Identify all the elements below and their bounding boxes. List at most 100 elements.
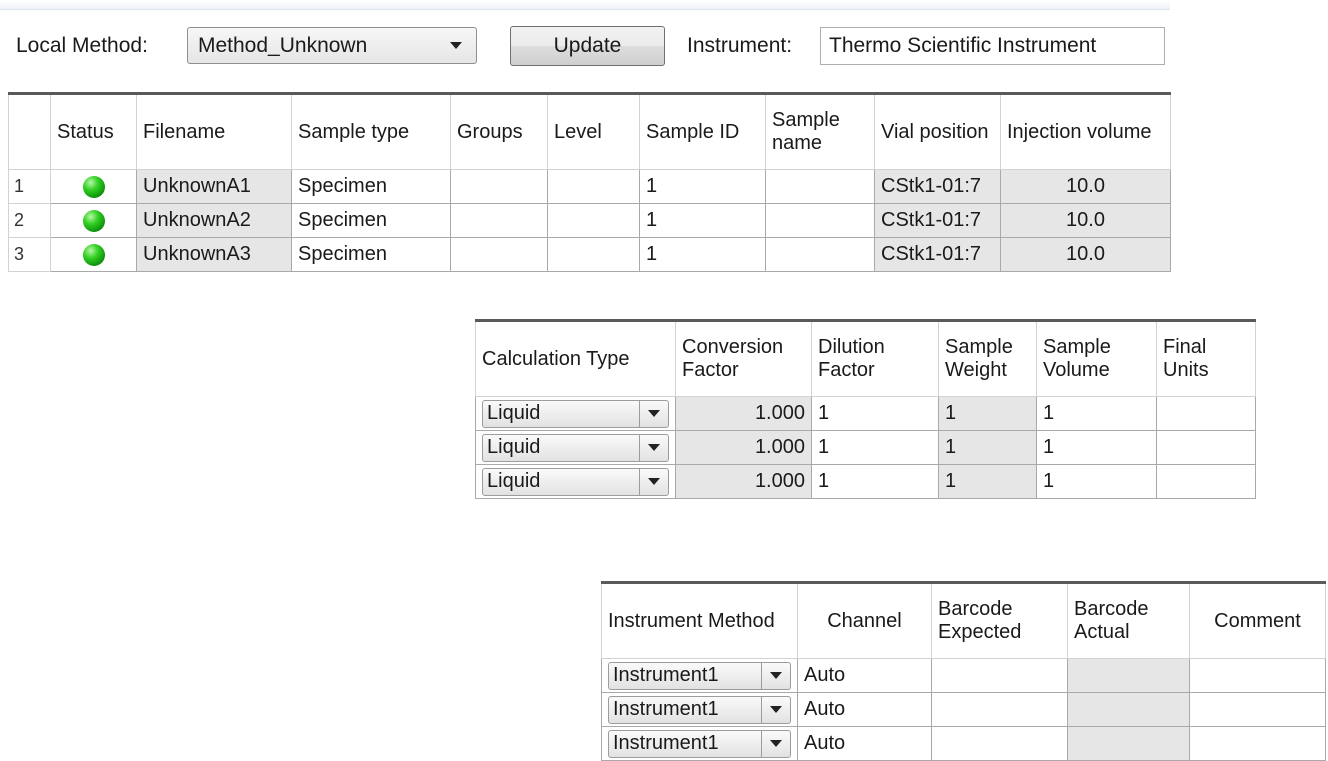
comment-header[interactable]: Comment bbox=[1189, 581, 1326, 659]
sample-name-cell[interactable] bbox=[765, 169, 875, 204]
instrument-method-header[interactable]: Instrument Method bbox=[601, 581, 798, 659]
dilution-factor-cell[interactable]: 1 bbox=[811, 396, 939, 431]
conversion-factor-cell[interactable]: 1.000 bbox=[675, 464, 812, 499]
sample-type-cell[interactable]: Specimen bbox=[291, 169, 451, 204]
final-units-header[interactable]: Final Units bbox=[1156, 319, 1256, 397]
comment-cell[interactable] bbox=[1189, 726, 1326, 761]
sample-type-cell[interactable]: Specimen bbox=[291, 237, 451, 272]
sample-type-header[interactable]: Sample type bbox=[291, 92, 451, 170]
barcode-expected-cell[interactable] bbox=[931, 726, 1068, 761]
injection-volume-cell[interactable]: 10.0 bbox=[1000, 203, 1171, 238]
sample-weight-header[interactable]: Sample Weight bbox=[938, 319, 1037, 397]
table-row[interactable]: 3 UnknownA3 Specimen 1 CStk1-01:7 10.0 bbox=[8, 237, 1171, 272]
sample-weight-cell[interactable]: 1 bbox=[938, 396, 1037, 431]
filename-cell[interactable]: UnknownA3 bbox=[136, 237, 292, 272]
vial-position-cell[interactable]: CStk1-01:7 bbox=[874, 237, 1001, 272]
level-header[interactable]: Level bbox=[547, 92, 640, 170]
sample-volume-cell[interactable]: 1 bbox=[1036, 430, 1157, 465]
barcode-actual-header[interactable]: Barcode Actual bbox=[1067, 581, 1190, 659]
dropdown-arrow-icon[interactable] bbox=[639, 434, 668, 461]
sample-volume-header[interactable]: Sample Volume bbox=[1036, 319, 1157, 397]
table-row[interactable]: Liquid 1.000 1 1 1 bbox=[475, 396, 1256, 431]
sample-weight-cell[interactable]: 1 bbox=[938, 464, 1037, 499]
calculation-type-dropdown[interactable]: Liquid bbox=[482, 433, 669, 462]
calculation-type-dropdown[interactable]: Liquid bbox=[482, 467, 669, 496]
conversion-factor-header[interactable]: Conversion Factor bbox=[675, 319, 812, 397]
barcode-actual-cell bbox=[1067, 726, 1190, 761]
dilution-factor-header[interactable]: Dilution Factor bbox=[811, 319, 939, 397]
sample-volume-cell[interactable]: 1 bbox=[1036, 464, 1157, 499]
level-cell[interactable] bbox=[547, 169, 640, 204]
barcode-expected-cell[interactable] bbox=[931, 658, 1068, 693]
vial-position-cell[interactable]: CStk1-01:7 bbox=[874, 169, 1001, 204]
channel-header[interactable]: Channel bbox=[797, 581, 932, 659]
sample-type-cell[interactable]: Specimen bbox=[291, 203, 451, 238]
calculation-type-header[interactable]: Calculation Type bbox=[475, 319, 676, 397]
calculation-type-cell[interactable]: Liquid bbox=[475, 396, 676, 431]
groups-cell[interactable] bbox=[450, 169, 548, 204]
injection-volume-header[interactable]: Injection volume bbox=[1000, 92, 1171, 170]
status-header[interactable]: Status bbox=[50, 92, 137, 170]
final-units-cell[interactable] bbox=[1156, 430, 1256, 465]
channel-cell[interactable]: Auto bbox=[797, 658, 932, 693]
table-row[interactable]: Instrument1 Auto bbox=[601, 658, 1326, 693]
groups-cell[interactable] bbox=[450, 237, 548, 272]
barcode-expected-cell[interactable] bbox=[931, 692, 1068, 727]
instrument-method-dropdown[interactable]: Instrument1 bbox=[608, 661, 791, 690]
calculation-type-cell[interactable]: Liquid bbox=[475, 464, 676, 499]
sample-id-header[interactable]: Sample ID bbox=[639, 92, 766, 170]
level-cell[interactable] bbox=[547, 237, 640, 272]
level-cell[interactable] bbox=[547, 203, 640, 238]
barcode-expected-header[interactable]: Barcode Expected bbox=[931, 581, 1068, 659]
conversion-factor-cell[interactable]: 1.000 bbox=[675, 396, 812, 431]
final-units-cell[interactable] bbox=[1156, 396, 1256, 431]
dilution-factor-cell[interactable]: 1 bbox=[811, 464, 939, 499]
dropdown-arrow-icon[interactable] bbox=[761, 696, 790, 723]
dilution-factor-cell[interactable]: 1 bbox=[811, 430, 939, 465]
groups-header[interactable]: Groups bbox=[450, 92, 548, 170]
table-row[interactable]: 1 UnknownA1 Specimen 1 CStk1-01:7 10.0 bbox=[8, 169, 1171, 204]
dropdown-arrow-icon[interactable] bbox=[761, 730, 790, 757]
table-row[interactable]: Instrument1 Auto bbox=[601, 692, 1326, 727]
sample-id-cell[interactable]: 1 bbox=[639, 169, 766, 204]
instrument-method-cell[interactable]: Instrument1 bbox=[601, 658, 798, 693]
table-row[interactable]: Liquid 1.000 1 1 1 bbox=[475, 430, 1256, 465]
channel-cell[interactable]: Auto bbox=[797, 726, 932, 761]
calculation-type-cell[interactable]: Liquid bbox=[475, 430, 676, 465]
local-method-dropdown[interactable]: Method_Unknown bbox=[187, 27, 477, 64]
sample-id-cell[interactable]: 1 bbox=[639, 237, 766, 272]
update-button[interactable]: Update bbox=[510, 26, 665, 66]
sample-name-cell[interactable] bbox=[765, 203, 875, 238]
instrument-method-cell[interactable]: Instrument1 bbox=[601, 692, 798, 727]
instrument-method-dropdown[interactable]: Instrument1 bbox=[608, 729, 791, 758]
instrument-method-cell[interactable]: Instrument1 bbox=[601, 726, 798, 761]
sample-name-header[interactable]: Sample name bbox=[765, 92, 875, 170]
dropdown-arrow-icon[interactable] bbox=[761, 662, 790, 689]
filename-header[interactable]: Filename bbox=[136, 92, 292, 170]
sample-name-cell[interactable] bbox=[765, 237, 875, 272]
comment-cell[interactable] bbox=[1189, 658, 1326, 693]
vial-position-cell[interactable]: CStk1-01:7 bbox=[874, 203, 1001, 238]
filename-cell[interactable]: UnknownA1 bbox=[136, 169, 292, 204]
table-row[interactable]: Liquid 1.000 1 1 1 bbox=[475, 464, 1256, 499]
filename-cell[interactable]: UnknownA2 bbox=[136, 203, 292, 238]
sample-volume-cell[interactable]: 1 bbox=[1036, 396, 1157, 431]
injection-volume-cell[interactable]: 10.0 bbox=[1000, 169, 1171, 204]
groups-cell[interactable] bbox=[450, 203, 548, 238]
injection-volume-cell[interactable]: 10.0 bbox=[1000, 237, 1171, 272]
vial-position-header[interactable]: Vial position bbox=[874, 92, 1001, 170]
calculation-type-dropdown[interactable]: Liquid bbox=[482, 399, 669, 428]
comment-cell[interactable] bbox=[1189, 692, 1326, 727]
sample-id-cell[interactable]: 1 bbox=[639, 203, 766, 238]
table-row[interactable]: Instrument1 Auto bbox=[601, 726, 1326, 761]
dropdown-arrow-icon[interactable] bbox=[639, 468, 668, 495]
dropdown-arrow-icon[interactable] bbox=[639, 400, 668, 427]
instrument-method-dropdown[interactable]: Instrument1 bbox=[608, 695, 791, 724]
table-row[interactable]: 2 UnknownA2 Specimen 1 CStk1-01:7 10.0 bbox=[8, 203, 1171, 238]
instrument-field[interactable]: Thermo Scientific Instrument bbox=[820, 27, 1165, 65]
conversion-factor-cell[interactable]: 1.000 bbox=[675, 430, 812, 465]
sample-weight-cell[interactable]: 1 bbox=[938, 430, 1037, 465]
channel-cell[interactable]: Auto bbox=[797, 692, 932, 727]
final-units-cell[interactable] bbox=[1156, 464, 1256, 499]
barcode-actual-cell bbox=[1067, 658, 1190, 693]
